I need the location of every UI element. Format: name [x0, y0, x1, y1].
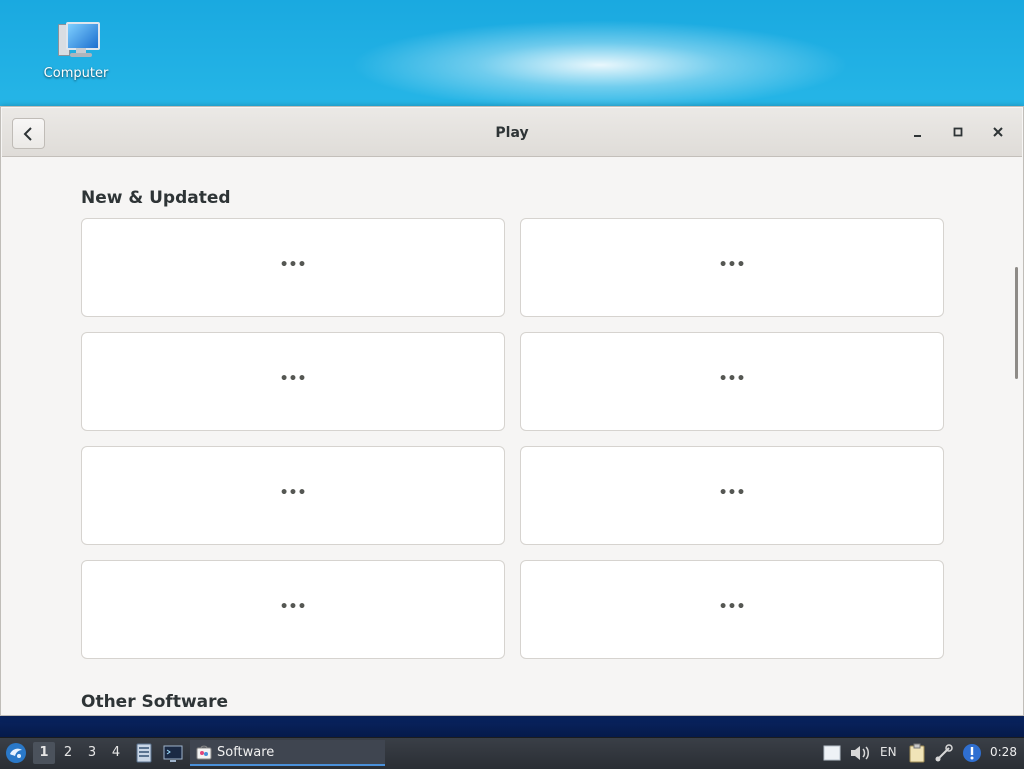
maximize-button[interactable]	[948, 122, 968, 142]
app-tile[interactable]: •••	[81, 446, 505, 545]
task-label: Software	[217, 745, 275, 760]
desktop-icon-label: Computer	[43, 66, 109, 81]
section-title-other-software: Other Software	[81, 692, 229, 712]
start-menu-button[interactable]	[4, 741, 28, 765]
app-tile[interactable]: •••	[81, 332, 505, 431]
loading-dots: •••	[718, 371, 746, 387]
app-tile[interactable]: •••	[520, 218, 944, 317]
desktop-icon-computer[interactable]: Computer	[36, 18, 116, 81]
volume-tray[interactable]	[848, 743, 872, 763]
workspace-2[interactable]: 2	[57, 742, 79, 764]
maximize-icon	[953, 127, 963, 137]
app-tile[interactable]: •••	[81, 218, 505, 317]
window-titlebar[interactable]: Play	[2, 108, 1022, 157]
minimize-button[interactable]	[908, 122, 928, 142]
lxqt-menu-icon	[6, 743, 26, 763]
terminal-launcher[interactable]	[162, 742, 184, 764]
app-tile[interactable]: •••	[520, 560, 944, 659]
loading-dots: •••	[718, 599, 746, 615]
section-title-new-updated: New & Updated	[81, 188, 231, 208]
workspace-1[interactable]: 1	[33, 742, 55, 764]
workspace-4[interactable]: 4	[105, 742, 127, 764]
clock[interactable]: 0:28	[990, 745, 1017, 759]
notes-icon	[823, 745, 841, 761]
loading-dots: •••	[279, 257, 307, 273]
terminal-icon	[163, 745, 183, 762]
loading-dots: •••	[279, 599, 307, 615]
wallpaper-highlight	[350, 20, 850, 110]
loading-dots: •••	[718, 485, 746, 501]
clipboard-tray[interactable]	[906, 743, 928, 763]
update-alert-icon	[963, 744, 981, 762]
volume-icon	[851, 746, 869, 760]
keyboard-layout-indicator[interactable]: EN	[880, 745, 897, 759]
vertical-scrollbar[interactable]	[1015, 267, 1018, 379]
update-alert-tray[interactable]	[961, 743, 983, 763]
loading-dots: •••	[279, 371, 307, 387]
close-icon	[993, 127, 1003, 137]
app-tile[interactable]: •••	[520, 332, 944, 431]
network-icon	[935, 744, 953, 762]
taskbar: 1 2 3 4 Software EN 0:28	[0, 737, 1024, 769]
computer-icon	[52, 18, 100, 62]
notes-tray[interactable]	[822, 743, 842, 763]
task-software[interactable]: Software	[190, 740, 385, 766]
app-tile[interactable]: •••	[520, 446, 944, 545]
content-area[interactable]: New & Updated ••• ••• ••• ••• ••• ••• ••…	[2, 157, 1022, 714]
close-button[interactable]	[988, 122, 1008, 142]
workspace-3[interactable]: 3	[81, 742, 103, 764]
file-manager-icon	[136, 743, 152, 763]
software-center-icon	[196, 745, 212, 760]
clipboard-icon	[909, 743, 925, 763]
file-manager-launcher[interactable]	[133, 742, 155, 764]
app-tile[interactable]: •••	[81, 560, 505, 659]
window-title: Play	[495, 125, 529, 141]
minimize-icon	[914, 135, 921, 137]
loading-dots: •••	[718, 257, 746, 273]
loading-dots: •••	[279, 485, 307, 501]
network-tray[interactable]	[933, 743, 955, 763]
software-window: Play New & Updated ••• ••• ••• ••• ••• •…	[0, 106, 1024, 716]
